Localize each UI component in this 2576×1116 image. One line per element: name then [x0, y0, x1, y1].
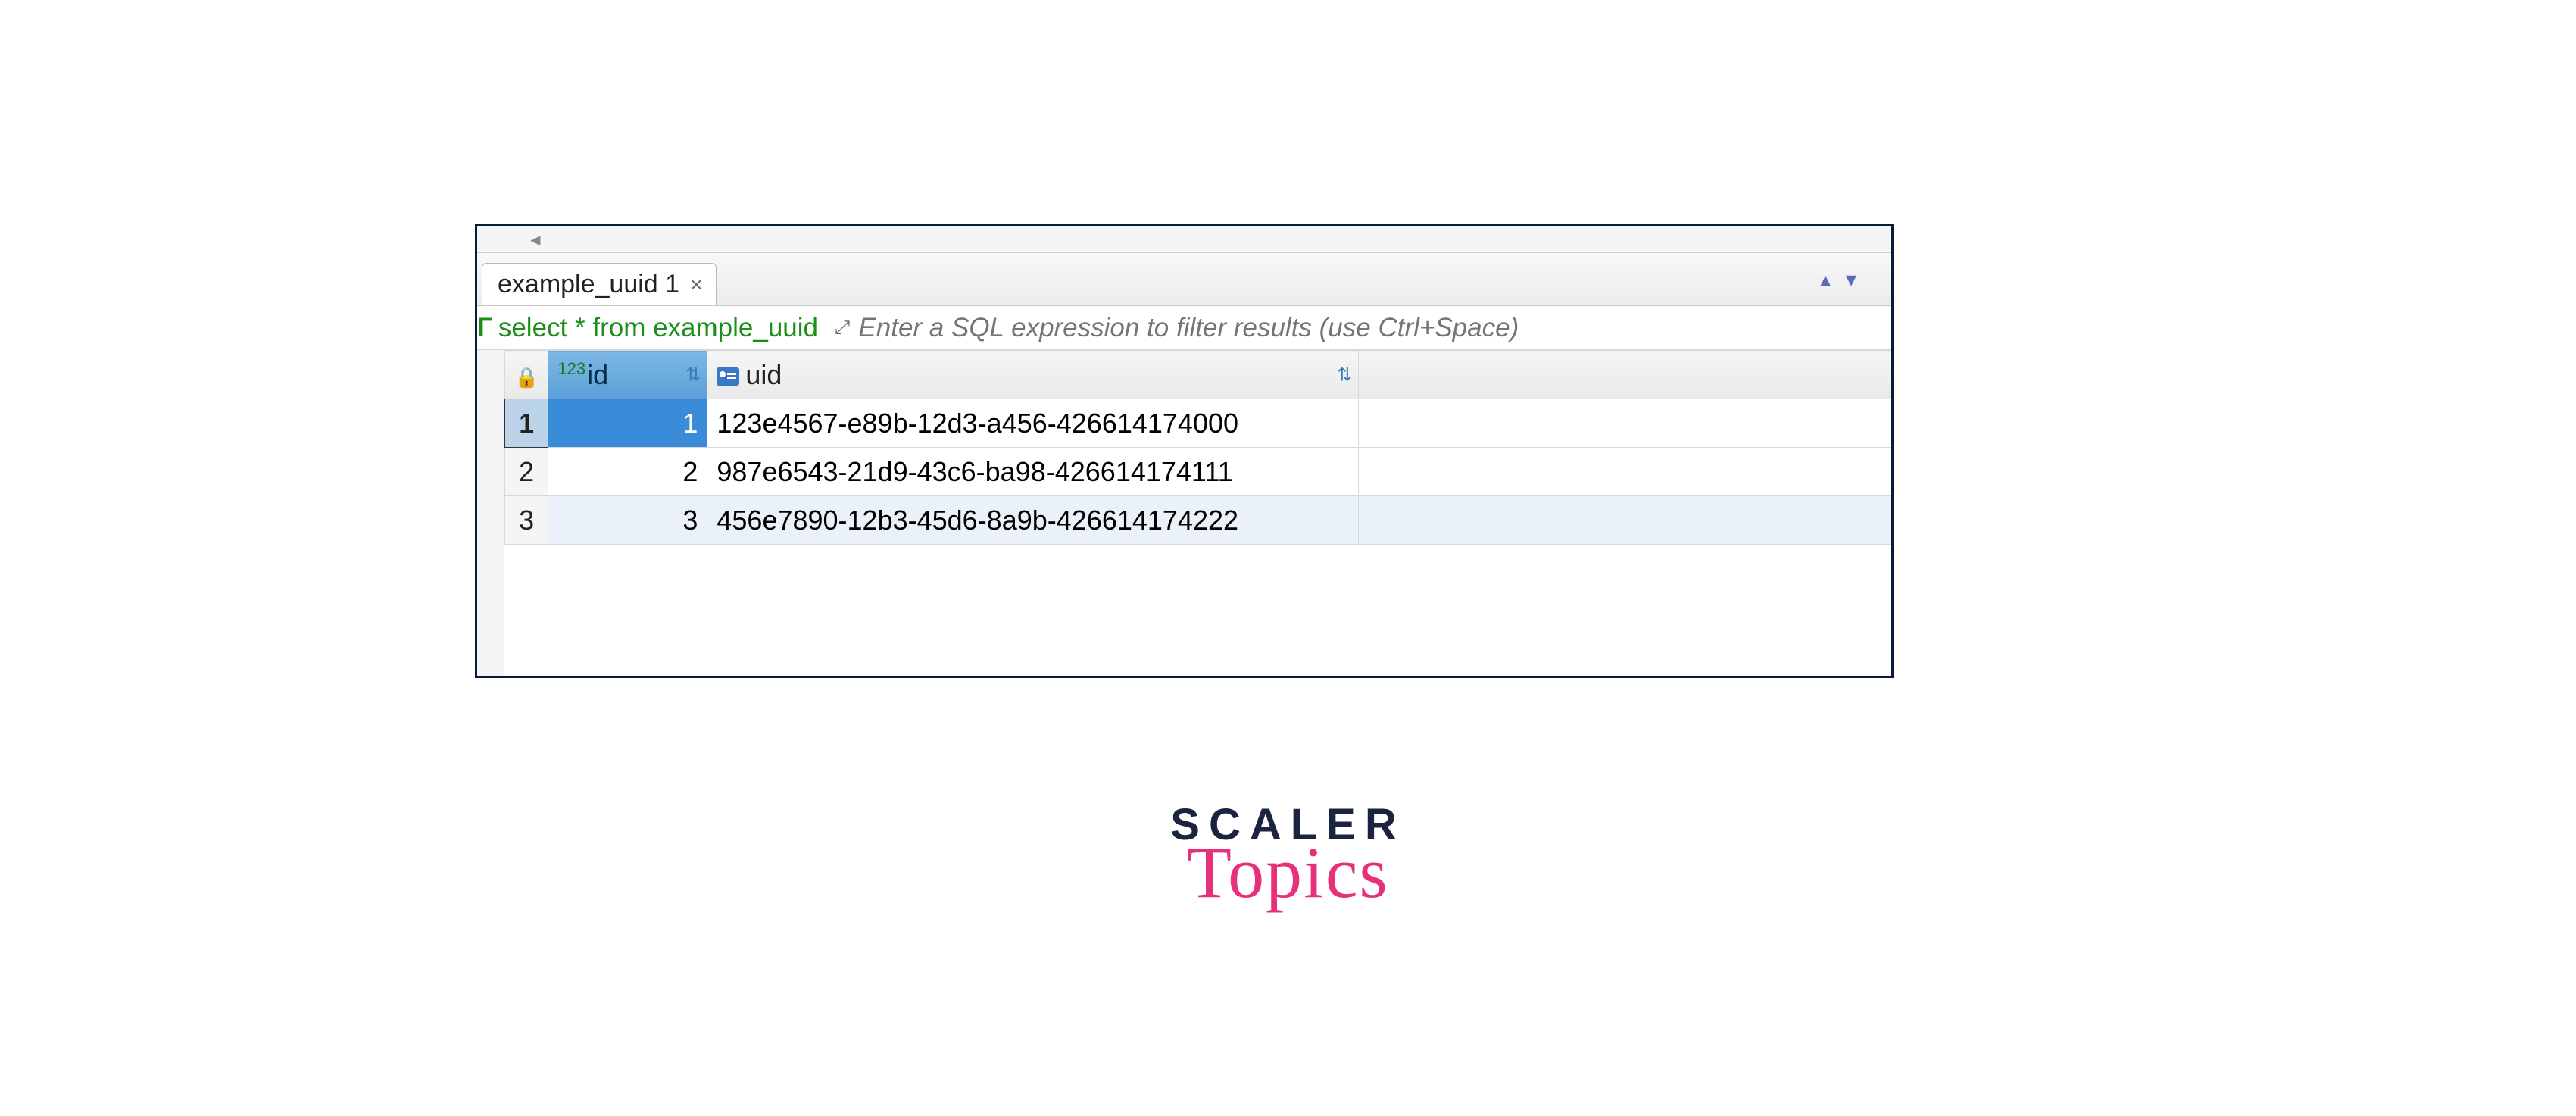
- logo-line2: Topics: [1170, 830, 1405, 914]
- side-gutter: [477, 350, 504, 676]
- cell-empty: [1359, 399, 1891, 448]
- tabbar-min-max[interactable]: ▴ ▾: [1820, 267, 1861, 292]
- row-number: 3: [505, 496, 548, 545]
- cell-id[interactable]: 3: [548, 496, 707, 545]
- row-number: 1: [505, 399, 548, 448]
- grid-wrap: 🔒 123id ⇅ uid ⇅: [477, 350, 1891, 676]
- scaler-topics-logo: SCALER Topics: [1170, 799, 1405, 914]
- filter-sort-icon[interactable]: ⇅: [685, 364, 701, 386]
- cell-id[interactable]: 1: [548, 399, 707, 448]
- db-result-window: ◄ example_uuid 1 × ▴ ▾ Г select * from e…: [475, 224, 1894, 678]
- row-number: 2: [505, 448, 548, 496]
- column-header-uid[interactable]: uid ⇅: [707, 351, 1359, 399]
- column-uid-label: uid: [745, 359, 782, 390]
- close-icon[interactable]: ×: [690, 273, 702, 297]
- result-tabbar: example_uuid 1 × ▴ ▾: [477, 253, 1891, 306]
- header-row: 🔒 123id ⇅ uid ⇅: [505, 351, 1891, 399]
- rownum-header: 🔒: [505, 351, 548, 399]
- tab-example-uuid[interactable]: example_uuid 1 ×: [482, 263, 717, 305]
- table-row[interactable]: 1 1 123e4567-e89b-12d3-a456-426614174000: [505, 399, 1891, 448]
- column-header-id[interactable]: 123id ⇅: [548, 351, 707, 399]
- sql-filter-input[interactable]: [851, 313, 1891, 343]
- tab-label: example_uuid 1: [498, 270, 679, 299]
- query-text: select * from example_uuid: [495, 313, 818, 343]
- lock-icon: 🔒: [514, 366, 539, 389]
- cell-id[interactable]: 2: [548, 448, 707, 496]
- table-row[interactable]: 3 3 456e7890-12b3-45d6-8a9b-426614174222: [505, 496, 1891, 545]
- query-bar: Г select * from example_uuid ⤢: [477, 306, 1891, 350]
- cell-uid[interactable]: 456e7890-12b3-45d6-8a9b-426614174222: [707, 496, 1359, 545]
- table-row[interactable]: 2 2 987e6543-21d9-43c6-ba98-426614174111: [505, 448, 1891, 496]
- cell-uid[interactable]: 123e4567-e89b-12d3-a456-426614174000: [707, 399, 1359, 448]
- expand-icon[interactable]: ⤢: [835, 317, 850, 339]
- column-id-label: id: [587, 359, 608, 390]
- filter-sort-icon[interactable]: ⇅: [1337, 364, 1352, 386]
- column-spacer: [1359, 351, 1891, 399]
- cell-empty: [1359, 496, 1891, 545]
- cell-empty: [1359, 448, 1891, 496]
- top-scroll-strip: ◄: [477, 226, 1891, 253]
- scroll-left-icon[interactable]: ◄: [527, 230, 544, 250]
- numeric-type-icon: 123: [557, 359, 585, 378]
- query-marker-icon: Г: [477, 313, 495, 343]
- cell-uid[interactable]: 987e6543-21d9-43c6-ba98-426614174111: [707, 448, 1359, 496]
- result-grid: 🔒 123id ⇅ uid ⇅: [504, 350, 1891, 676]
- uuid-type-icon: [717, 367, 739, 386]
